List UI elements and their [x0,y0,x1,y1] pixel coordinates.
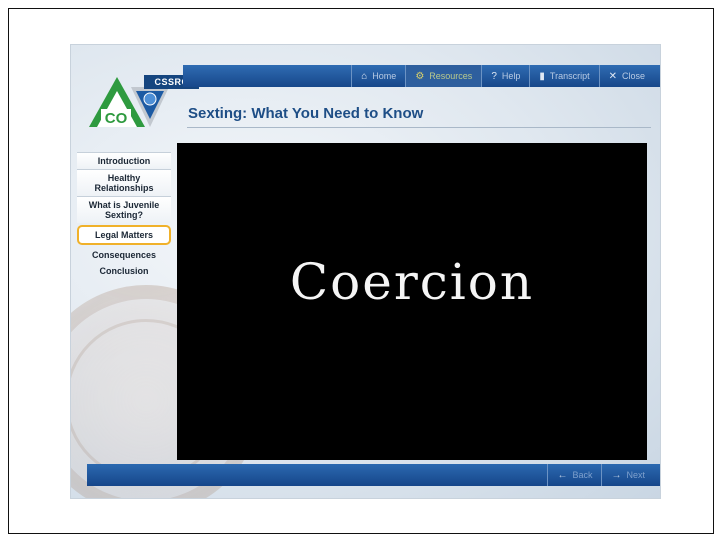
sidebar-item-conclusion[interactable]: Conclusion [77,263,171,279]
arrow-right-icon: → [611,469,622,481]
help-label: Help [501,71,521,81]
page-title: Sexting: What You Need to Know [188,105,424,122]
home-button[interactable]: ⌂ Home [351,65,405,87]
gear-icon: ⚙ [415,70,425,82]
back-button[interactable]: ← Back [547,464,601,486]
back-label: Back [572,470,593,480]
document-icon: ▮ [539,70,545,82]
close-button[interactable]: ✕ Close [598,65,654,87]
resources-label: Resources [429,71,473,81]
arrow-left-icon: ← [557,469,568,481]
video-caption: Coercion [289,253,535,311]
logo-state-text: CO [104,110,128,127]
title-divider [187,127,651,128]
logo: CSSRC CO [87,73,199,131]
home-label: Home [372,71,397,81]
home-icon: ⌂ [361,70,368,82]
sidebar-menu: Introduction Healthy Relationships What … [77,152,171,279]
next-button[interactable]: → Next [601,464,654,486]
course-window: CSSRC CO ⌂ Home ⚙ Resources ? Help ▮ Tra… [71,45,660,498]
help-button[interactable]: ? Help [481,65,529,87]
sidebar-item-introduction[interactable]: Introduction [77,152,171,169]
close-icon: ✕ [608,70,617,82]
top-nav-bar: ⌂ Home ⚙ Resources ? Help ▮ Transcript ✕… [183,65,660,87]
bottom-nav-bar: ← Back → Next [87,464,660,486]
sidebar-item-legal-matters[interactable]: Legal Matters [77,225,171,245]
help-icon: ? [491,70,497,82]
sidebar-item-healthy-relationships[interactable]: Healthy Relationships [77,169,171,196]
transcript-label: Transcript [549,71,590,81]
sidebar-item-juvenile-sexting[interactable]: What is Juvenile Sexting? [77,196,171,223]
next-label: Next [626,470,645,480]
close-label: Close [621,71,645,81]
sidebar-item-consequences[interactable]: Consequences [77,247,171,263]
video-player[interactable]: Coercion [177,143,647,460]
transcript-button[interactable]: ▮ Transcript [529,65,598,87]
resources-button[interactable]: ⚙ Resources [405,65,482,87]
